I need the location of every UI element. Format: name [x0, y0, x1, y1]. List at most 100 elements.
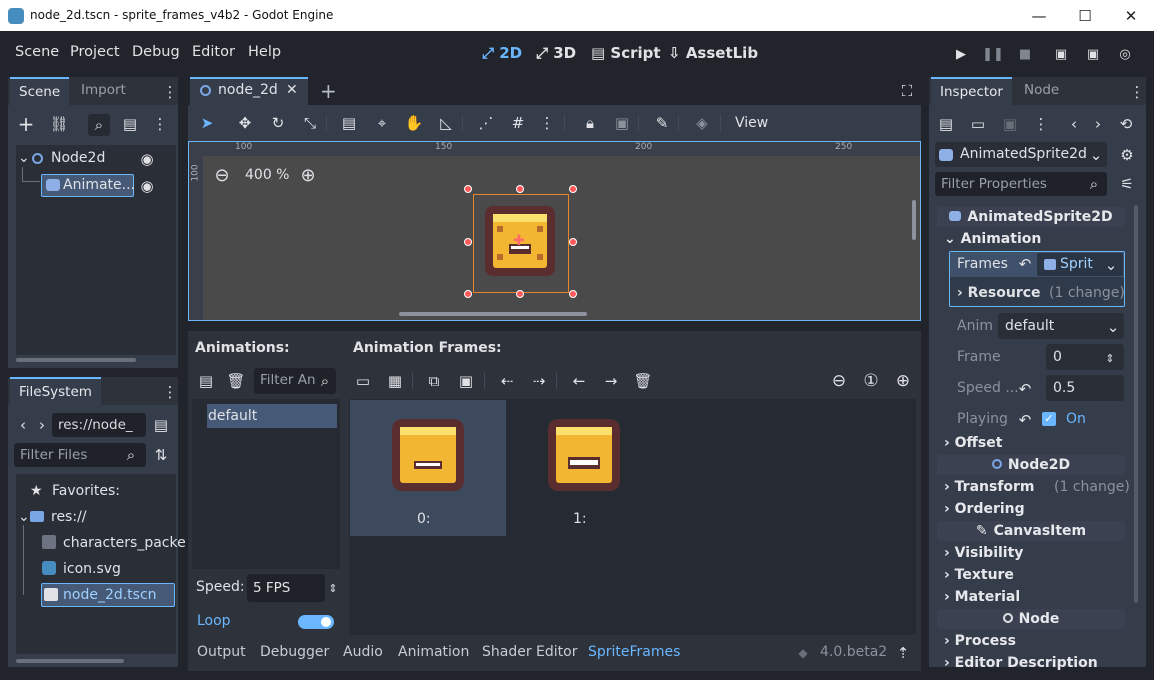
speed-field[interactable]: 5 FPS: [247, 574, 325, 602]
zoom-out-icon[interactable]: ⊖: [830, 371, 848, 391]
viewport-scrollbar-h[interactable]: [399, 312, 587, 316]
zoom-in-icon[interactable]: ⊕: [299, 165, 317, 186]
viewport[interactable]: 100 150 200 250 100 ⊖ 400 % ⊕ ✚: [188, 141, 921, 321]
speed-stepper-icon[interactable]: ⇕: [328, 579, 338, 597]
favorites-label[interactable]: Favorites:: [52, 483, 120, 499]
new-animation-icon[interactable]: ▤: [197, 371, 215, 391]
workspace-2d[interactable]: ⤢ 2D: [482, 44, 522, 62]
view-menu[interactable]: View: [735, 115, 768, 131]
paste-icon[interactable]: ▣: [457, 371, 475, 391]
sort-icon[interactable]: ⇅: [151, 445, 171, 465]
tree-collapse-icon[interactable]: ⌄: [18, 150, 30, 166]
frame-1-label[interactable]: 1:: [573, 511, 587, 527]
add-tab-icon[interactable]: +: [320, 79, 337, 103]
loop-toggle[interactable]: [298, 615, 334, 629]
distraction-free-icon[interactable]: ⛶: [898, 82, 916, 100]
visibility-eye-icon[interactable]: ◉: [138, 150, 156, 168]
material-section[interactable]: › Material: [944, 589, 1020, 605]
move-left-icon[interactable]: ←: [570, 371, 588, 391]
ordering-section[interactable]: › Ordering: [944, 501, 1025, 517]
workspace-script[interactable]: ▤ Script: [591, 44, 661, 62]
handle-b[interactable]: [516, 290, 524, 298]
scale-mode-icon[interactable]: ⤡: [301, 113, 319, 133]
insert-after-icon[interactable]: ⇢: [530, 371, 548, 391]
add-node-icon[interactable]: +: [16, 112, 36, 136]
pan-mode-icon[interactable]: ✋: [405, 113, 424, 133]
search-icon[interactable]: ⌕: [88, 114, 110, 136]
play-custom-icon[interactable]: ▣: [1080, 41, 1106, 67]
process-section[interactable]: › Process: [944, 633, 1016, 649]
tab-node[interactable]: Node: [1015, 77, 1068, 105]
stop-icon[interactable]: ■: [1012, 41, 1038, 67]
list-select-icon[interactable]: ▤: [340, 113, 358, 133]
animation-item[interactable]: default: [208, 408, 257, 424]
lock-icon[interactable]: 🔒︎: [581, 113, 599, 133]
history-back-icon[interactable]: ‹: [1067, 114, 1081, 134]
movie-maker-icon[interactable]: ◎: [1112, 41, 1138, 67]
group-icon[interactable]: ▣: [613, 113, 631, 133]
resource-subsection[interactable]: › Resource: [957, 285, 1041, 301]
resource-menu-icon[interactable]: ⋮: [1034, 114, 1049, 134]
move-right-icon[interactable]: →: [602, 371, 620, 391]
editor-description-section[interactable]: › Editor Description: [944, 655, 1098, 671]
move-mode-icon[interactable]: ✥: [236, 113, 254, 133]
smart-snap-icon[interactable]: ⋰: [477, 113, 495, 133]
path-field[interactable]: res://node_: [52, 413, 146, 437]
transform-section[interactable]: › Transform: [944, 479, 1035, 495]
tree-node-root[interactable]: Node2d: [51, 150, 105, 166]
menu-help[interactable]: Help: [248, 44, 281, 60]
filter-properties-input[interactable]: Filter Properties: [935, 172, 1107, 196]
remove-animation-icon[interactable]: 🗑︎: [226, 371, 245, 391]
minimize-button[interactable]: —: [1016, 0, 1062, 31]
handle-tr[interactable]: [569, 185, 577, 193]
history-forward-icon[interactable]: ›: [1091, 114, 1105, 134]
scene-scrollbar[interactable]: [16, 358, 136, 362]
handle-r[interactable]: [569, 238, 577, 246]
viewport-scrollbar-v[interactable]: [912, 200, 916, 240]
revert-icon[interactable]: ↶: [1016, 255, 1034, 273]
tab-shader-editor[interactable]: Shader Editor: [482, 644, 577, 660]
maximize-button[interactable]: ☐: [1062, 0, 1108, 31]
snap-options-icon[interactable]: ⋮: [540, 113, 555, 133]
dock-menu-icon[interactable]: ⋮: [1130, 83, 1145, 101]
tree-collapse-icon[interactable]: ⌄: [18, 509, 30, 525]
history-icon[interactable]: ⟲: [1117, 114, 1135, 134]
revert-icon[interactable]: ↶: [1016, 380, 1034, 398]
inspector-scrollbar[interactable]: [1134, 205, 1138, 603]
split-view-icon[interactable]: ▤: [151, 415, 171, 435]
close-window-button[interactable]: ✕: [1108, 0, 1154, 31]
new-resource-icon[interactable]: ▤: [937, 114, 955, 134]
playing-checkbox[interactable]: ✓: [1042, 412, 1056, 426]
visibility-eye-icon[interactable]: ◉: [138, 177, 156, 195]
camera-override-icon[interactable]: ◈: [693, 113, 711, 133]
play-icon[interactable]: ▶: [948, 41, 974, 67]
tab-import[interactable]: Import: [72, 77, 135, 105]
workspace-3d[interactable]: ⤢ 3D: [536, 44, 576, 62]
frame-1-thumb[interactable]: [556, 427, 612, 483]
file-node2d-tscn[interactable]: node_2d.tscn: [63, 587, 157, 603]
link-icon[interactable]: ⛓: [49, 114, 69, 134]
copy-icon[interactable]: ⧉: [425, 371, 443, 391]
attach-script-icon[interactable]: ▤: [120, 114, 140, 134]
res-root[interactable]: res://: [51, 509, 87, 525]
zoom-in-icon[interactable]: ⊕: [894, 371, 912, 391]
file-icon-svg[interactable]: icon.svg: [63, 561, 121, 577]
tab-scene[interactable]: Scene: [10, 77, 70, 105]
revert-icon[interactable]: ↶: [1016, 411, 1034, 429]
handle-tl[interactable]: [464, 185, 472, 193]
zoom-reset-icon[interactable]: ①: [862, 371, 880, 391]
pivot-icon[interactable]: ⌖: [373, 113, 391, 133]
tree-node-child[interactable]: Animate...: [63, 177, 135, 193]
frames-value[interactable]: Sprit: [1060, 256, 1093, 272]
bone-icon[interactable]: ✎: [653, 113, 671, 133]
menu-project[interactable]: Project: [70, 44, 120, 60]
tab-inspector[interactable]: Inspector: [931, 77, 1012, 105]
visibility-section[interactable]: › Visibility: [944, 545, 1023, 561]
tab-output[interactable]: Output: [197, 644, 246, 660]
object-tools-icon[interactable]: ⚙: [1117, 145, 1137, 165]
handle-br[interactable]: [569, 290, 577, 298]
workspace-assetlib[interactable]: ⇩ AssetLib: [668, 44, 758, 62]
insert-before-icon[interactable]: ⇠: [498, 371, 516, 391]
scene-menu-icon[interactable]: ⋮: [153, 114, 168, 134]
grid-snap-icon[interactable]: #: [509, 113, 527, 133]
